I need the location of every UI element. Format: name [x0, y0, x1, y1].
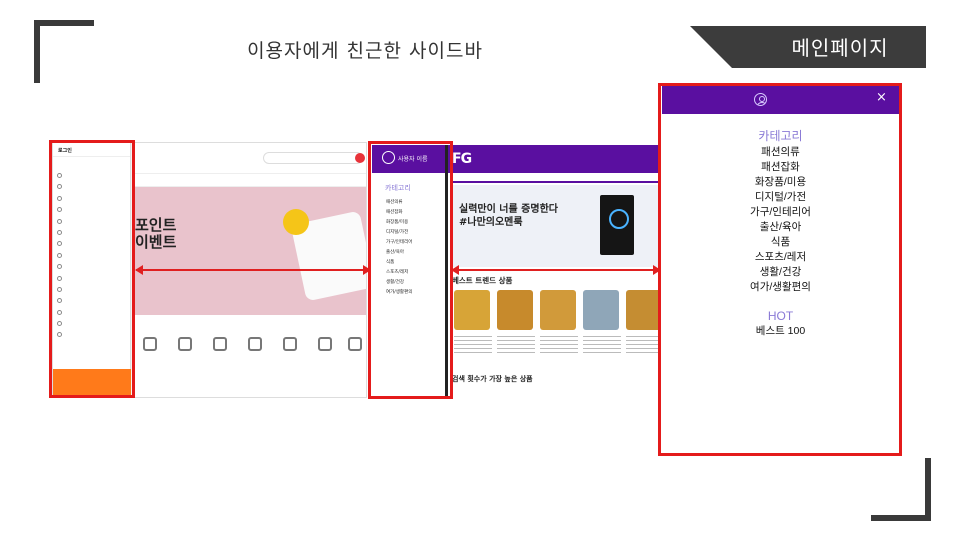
sidebar-panel: × 카테고리 패션의류 패션잡화 화장품/미용 디지털/가전 가구/인테리어 출… — [662, 86, 899, 453]
width-arrow-middle — [451, 265, 661, 275]
mock-logo: FG — [452, 151, 472, 167]
category-item-food[interactable]: 식품 — [662, 235, 899, 250]
hot-item-best100[interactable]: 베스트 100 — [662, 324, 899, 339]
mock-search-bar — [452, 173, 660, 183]
mock-category-icon — [318, 337, 332, 351]
mock-banner-line2: #나만의오멘룩 — [459, 217, 523, 228]
highlight-frame-left — [49, 140, 135, 398]
mock-banner: 실력만이 너를 증명한다 #나만의오멘룩 — [450, 185, 660, 267]
mock-coin-image — [283, 209, 309, 235]
category-item-beauty[interactable]: 화장품/미용 — [662, 175, 899, 190]
mock-category-icon — [283, 337, 297, 351]
category-heading: 카테고리 — [758, 129, 803, 143]
page-tag-label: 메인페이지 — [791, 36, 889, 60]
slide-title: 이용자에게 친근한 사이드바 — [247, 40, 483, 62]
mock-category-icon — [213, 337, 227, 351]
mock-product-caption — [497, 333, 535, 353]
hot-heading: HOT — [767, 309, 794, 323]
mock-product-caption — [583, 333, 621, 353]
category-item-living[interactable]: 생활/건강 — [662, 265, 899, 280]
corner-bracket-bottom-right — [871, 458, 931, 521]
category-item-fashion-clothing[interactable]: 패션의류 — [662, 145, 899, 160]
mock-category-icon — [248, 337, 262, 351]
mock-product-image — [583, 290, 619, 330]
mock-pc-image — [600, 195, 634, 255]
mock-nav-bar — [133, 173, 366, 187]
mock-banner-line2: 이벤트 — [135, 233, 177, 251]
mock-category-icon — [178, 337, 192, 351]
mock-icon-row — [133, 315, 366, 397]
mock-search-icon — [355, 153, 365, 163]
mock-category-icon — [348, 337, 362, 351]
mock-banner-line1: 포인트 — [135, 216, 177, 234]
mock-search-bar — [263, 152, 363, 164]
mock-product-image — [540, 290, 576, 330]
mock-banner-text: 포인트 이벤트 — [135, 217, 255, 251]
category-item-fashion-accessories[interactable]: 패션잡화 — [662, 160, 899, 175]
highlight-frame-middle — [368, 141, 453, 399]
category-item-baby[interactable]: 출산/육아 — [662, 220, 899, 235]
mock-product-image — [497, 290, 533, 330]
mock-product-caption — [540, 333, 578, 353]
mock-banner: 포인트 이벤트 — [133, 187, 366, 315]
mock-product-caption — [454, 333, 492, 353]
mock-category-icon — [143, 337, 157, 351]
category-item-sports[interactable]: 스포츠/레저 — [662, 250, 899, 265]
category-item-furniture[interactable]: 가구/인테리어 — [662, 205, 899, 220]
mock-section-title: 베스트 트렌드 상품 — [452, 276, 513, 285]
mock-section-title: 검색 횟수가 가장 높은 상품 — [452, 375, 533, 383]
mock-banner-text: 실력만이 너를 증명한다 #나만의오멘룩 — [459, 203, 558, 229]
width-arrow-left — [135, 265, 371, 275]
category-item-digital[interactable]: 디지털/가전 — [662, 190, 899, 205]
user-avatar-icon[interactable] — [754, 93, 767, 106]
category-item-leisure[interactable]: 여가/생활편의 — [662, 280, 899, 295]
mock-product-image — [454, 290, 490, 330]
mock-product-image — [626, 290, 660, 330]
mock-product-caption — [626, 333, 660, 353]
close-icon[interactable]: × — [876, 90, 887, 105]
mock-top-bar — [133, 143, 366, 173]
mock-banner-line1: 실력만이 너를 증명한다 — [459, 204, 558, 215]
sidebar-header: × — [662, 86, 899, 114]
